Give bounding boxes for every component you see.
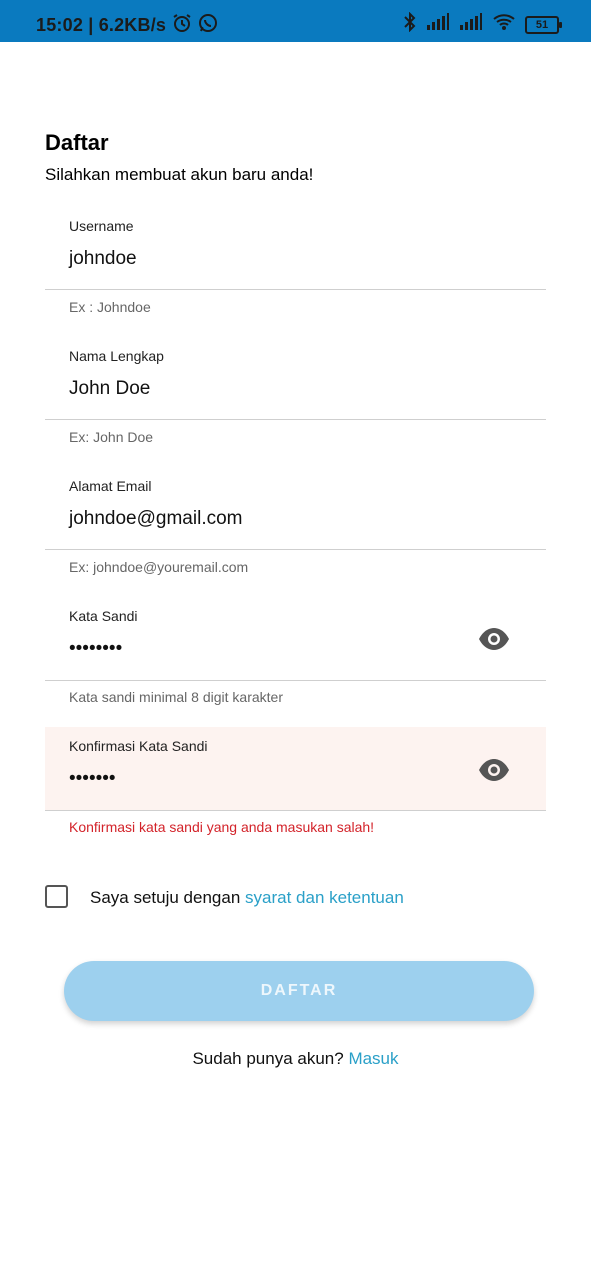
terms-link[interactable]: syarat dan ketentuan <box>245 888 404 907</box>
status-separator: | <box>83 15 99 35</box>
password-input[interactable]: •••••••• <box>69 638 122 660</box>
confirm-password-underline <box>45 810 546 811</box>
password-field[interactable]: Kata Sandi •••••••• Kata sandi minimal 8… <box>45 595 546 715</box>
signal-icon-2 <box>459 13 483 36</box>
status-speed: 6.2KB/s <box>98 15 167 35</box>
username-field[interactable]: Username johndoe Ex : Johndoe <box>45 205 546 325</box>
full-name-underline <box>45 419 546 420</box>
full-name-field[interactable]: Nama Lengkap John Doe Ex: John Doe <box>45 335 546 455</box>
username-helper: Ex : Johndoe <box>69 299 151 315</box>
status-left: 15:02 | 6.2KB/s <box>36 13 218 38</box>
full-name-helper: Ex: John Doe <box>69 429 154 445</box>
confirm-password-field[interactable]: Konfirmasi Kata Sandi ••••••• Konfirmasi… <box>45 727 546 847</box>
status-right: 51 <box>403 11 562 37</box>
bluetooth-icon <box>403 11 417 37</box>
password-helper: Kata sandi minimal 8 digit karakter <box>69 689 283 705</box>
username-label: Username <box>69 218 134 234</box>
battery-icon: 51 <box>525 15 562 34</box>
full-name-label: Nama Lengkap <box>69 348 164 364</box>
agreement-checkbox[interactable] <box>45 885 68 908</box>
full-name-input[interactable]: John Doe <box>69 378 150 400</box>
email-input[interactable]: johndoe@gmail.com <box>69 508 243 530</box>
login-link[interactable]: Masuk <box>348 1049 398 1068</box>
status-time: 15:02 <box>36 15 84 35</box>
page-title: Daftar <box>45 130 109 155</box>
wifi-icon <box>492 13 516 36</box>
alarm-icon <box>172 13 192 38</box>
email-underline <box>45 549 546 550</box>
visibility-eye-icon[interactable] <box>478 758 510 782</box>
whatsapp-icon <box>198 13 218 38</box>
username-underline <box>45 289 546 290</box>
confirm-password-error: Konfirmasi kata sandi yang anda masukan … <box>69 819 375 835</box>
login-prompt-text: Sudah punya akun? <box>192 1049 349 1068</box>
email-field[interactable]: Alamat Email johndoe@gmail.com Ex: johnd… <box>45 465 546 585</box>
agreement-label: Saya setuju dengan <box>90 888 246 907</box>
page-subtitle: Silahkan membuat akun baru anda! <box>45 165 314 184</box>
agreement-text: Saya setuju dengan syarat dan ketentuan <box>90 888 404 908</box>
register-button[interactable]: DAFTAR <box>64 961 534 1021</box>
email-label: Alamat Email <box>69 478 152 494</box>
username-input[interactable]: johndoe <box>69 248 137 270</box>
password-underline <box>45 680 546 681</box>
login-prompt: Sudah punya akun? Masuk <box>0 1049 591 1069</box>
confirm-password-label: Konfirmasi Kata Sandi <box>69 738 208 754</box>
confirm-password-input[interactable]: ••••••• <box>69 768 116 790</box>
signal-icon <box>426 13 450 36</box>
status-bar: 15:02 | 6.2KB/s 51 <box>0 0 591 42</box>
email-helper: Ex: johndoe@youremail.com <box>69 559 249 575</box>
password-label: Kata Sandi <box>69 608 138 624</box>
visibility-eye-icon[interactable] <box>478 627 510 651</box>
